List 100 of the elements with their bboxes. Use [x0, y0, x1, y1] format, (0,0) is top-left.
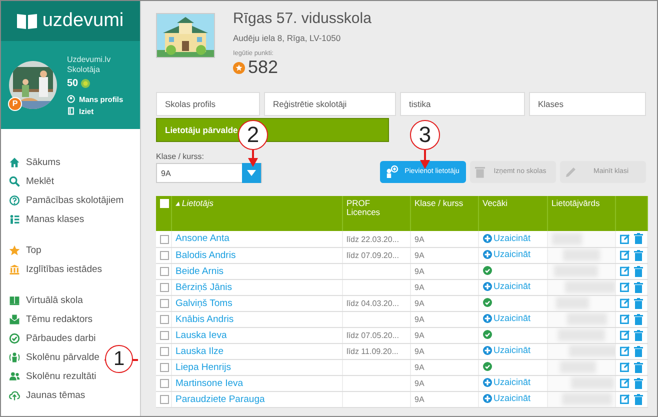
- student-name-link[interactable]: Martinsone Ieva: [176, 378, 244, 388]
- trash-icon[interactable]: [634, 362, 642, 373]
- nav-item[interactable]: Meklēt: [9, 172, 54, 191]
- invite-link[interactable]: Uzaicināt: [482, 313, 531, 324]
- class-dropdown[interactable]: 9A: [156, 163, 262, 183]
- row-checkbox[interactable]: [160, 331, 169, 340]
- table-cell: līdz 07.09.20...: [346, 251, 399, 260]
- invite-link[interactable]: Uzaicināt: [482, 249, 531, 260]
- add-user-icon: [385, 165, 399, 179]
- table-cell: 9A: [414, 234, 424, 244]
- row-checkbox[interactable]: [160, 395, 169, 404]
- nav-item[interactable]: Skolēnu pārvalde: [9, 348, 100, 367]
- student-name-link[interactable]: Galviņš Toms: [176, 298, 232, 308]
- edit-icon[interactable]: [620, 394, 630, 404]
- school-name: Rīgas 57. vidusskola: [233, 10, 372, 27]
- search-icon: [9, 176, 20, 187]
- tab[interactable]: Skolas profils: [156, 92, 260, 116]
- nav-item[interactable]: Top: [9, 241, 42, 260]
- invite-link[interactable]: Uzaicināt: [482, 377, 531, 388]
- tab[interactable]: Klases: [529, 92, 646, 116]
- student-name-link[interactable]: Lauska Ilze: [176, 346, 224, 356]
- nav-item[interactable]: Manas klases: [9, 210, 84, 229]
- table-cell: līdz 11.09.20...: [346, 347, 398, 356]
- nav-item[interactable]: Izglītības iestādes: [9, 260, 102, 279]
- check-circle-icon: [9, 333, 20, 344]
- row-checkbox[interactable]: [160, 347, 169, 356]
- student-name-link[interactable]: Bērziņš Jānis: [176, 282, 232, 292]
- table-cell: 9A: [414, 251, 424, 260]
- trash-icon[interactable]: [634, 282, 642, 293]
- users-icon: [9, 371, 20, 382]
- row-checkbox[interactable]: [160, 363, 169, 372]
- student-name-link[interactable]: Paraudziete Parauga: [176, 394, 265, 404]
- student-name-link[interactable]: Knābis Andris: [176, 314, 234, 324]
- plus-circle-icon: [482, 234, 492, 242]
- row-checkbox[interactable]: [160, 379, 169, 388]
- level-badge: P: [8, 97, 22, 111]
- select-all-checkbox[interactable]: [160, 199, 169, 208]
- nav-item[interactable]: Tēmu redaktors: [9, 310, 93, 329]
- nav-item[interactable]: Jaunas tēmas: [9, 386, 86, 405]
- row-checkbox[interactable]: [160, 267, 169, 276]
- nav-item[interactable]: Virtuālā skola: [9, 291, 83, 310]
- table-cell: 9A: [414, 363, 424, 372]
- trash-icon[interactable]: [634, 250, 642, 261]
- student-name-link[interactable]: Lauska Ieva: [176, 330, 227, 340]
- nav-item[interactable]: Pamācības skolotājiem: [9, 191, 124, 210]
- edit-icon[interactable]: [620, 250, 630, 260]
- edit-icon[interactable]: [620, 234, 630, 244]
- student-name-link[interactable]: Ansone Anta: [176, 233, 230, 244]
- trash-icon[interactable]: [634, 330, 642, 341]
- check-circle-icon: [482, 330, 492, 338]
- trash-icon[interactable]: [634, 298, 642, 309]
- column-header: PROF Licences: [346, 198, 380, 217]
- row-checkbox[interactable]: [160, 234, 169, 244]
- field-label: Klase / kurss:: [156, 152, 204, 161]
- table-cell: 9A: [414, 267, 424, 276]
- logo-text[interactable]: uzdevumi: [42, 10, 124, 32]
- row-checkbox[interactable]: [160, 251, 169, 260]
- nav-item[interactable]: Pārbaudes darbi: [9, 329, 96, 348]
- plus-circle-icon: [482, 314, 492, 323]
- book-logo-icon: [17, 13, 38, 29]
- edit-icon[interactable]: [620, 266, 630, 276]
- student-name-link[interactable]: Liepa Henrijs: [176, 362, 231, 372]
- person-icon: [9, 352, 20, 363]
- trash-icon[interactable]: [634, 266, 642, 277]
- user-role: Skolotāja: [67, 64, 101, 74]
- plus-circle-icon: [482, 346, 492, 355]
- row-checkbox[interactable]: [160, 299, 169, 308]
- edit-icon[interactable]: [620, 362, 630, 372]
- table-cell: 9A: [414, 331, 424, 340]
- student-name-link[interactable]: Beide Arnis: [176, 266, 224, 276]
- trash-icon[interactable]: [634, 233, 642, 244]
- table-cell: 9A: [414, 299, 424, 308]
- plus-circle-icon: [482, 250, 492, 259]
- plus-circle-icon: [482, 394, 492, 403]
- plus-circle-icon: [482, 378, 492, 387]
- student-name-link[interactable]: Balodis Andris: [176, 250, 236, 260]
- trash-icon[interactable]: [634, 346, 642, 357]
- invite-link[interactable]: Uzaicināt: [482, 393, 531, 404]
- row-checkbox[interactable]: [160, 283, 169, 292]
- edit-icon[interactable]: [620, 378, 630, 388]
- tab[interactable]: tistika: [400, 92, 525, 116]
- edit-icon[interactable]: [620, 330, 630, 340]
- column-header[interactable]: ▴ Lietotājs: [176, 198, 214, 208]
- trash-icon[interactable]: [634, 314, 642, 325]
- edit-icon[interactable]: [620, 282, 630, 292]
- edit-icon[interactable]: [620, 346, 630, 356]
- invite-link[interactable]: Uzaicināt: [482, 233, 531, 243]
- column-header: Klase / kurss: [414, 198, 464, 208]
- school-address: Audēju iela 8, Rīga, LV-1050: [233, 33, 342, 43]
- trash-icon[interactable]: [634, 378, 642, 389]
- tab[interactable]: Reģistrētie skolotāji: [264, 92, 396, 116]
- nav-item[interactable]: Sākums: [9, 153, 60, 172]
- edit-icon[interactable]: [620, 298, 630, 308]
- trash-icon[interactable]: [634, 394, 642, 405]
- invite-link[interactable]: Uzaicināt: [482, 345, 531, 356]
- invite-link[interactable]: Uzaicināt: [482, 281, 531, 292]
- step-number: 3: [410, 120, 440, 150]
- edit-icon[interactable]: [620, 314, 630, 324]
- row-checkbox[interactable]: [160, 315, 169, 324]
- nav-item[interactable]: Skolēnu rezultāti: [9, 367, 96, 386]
